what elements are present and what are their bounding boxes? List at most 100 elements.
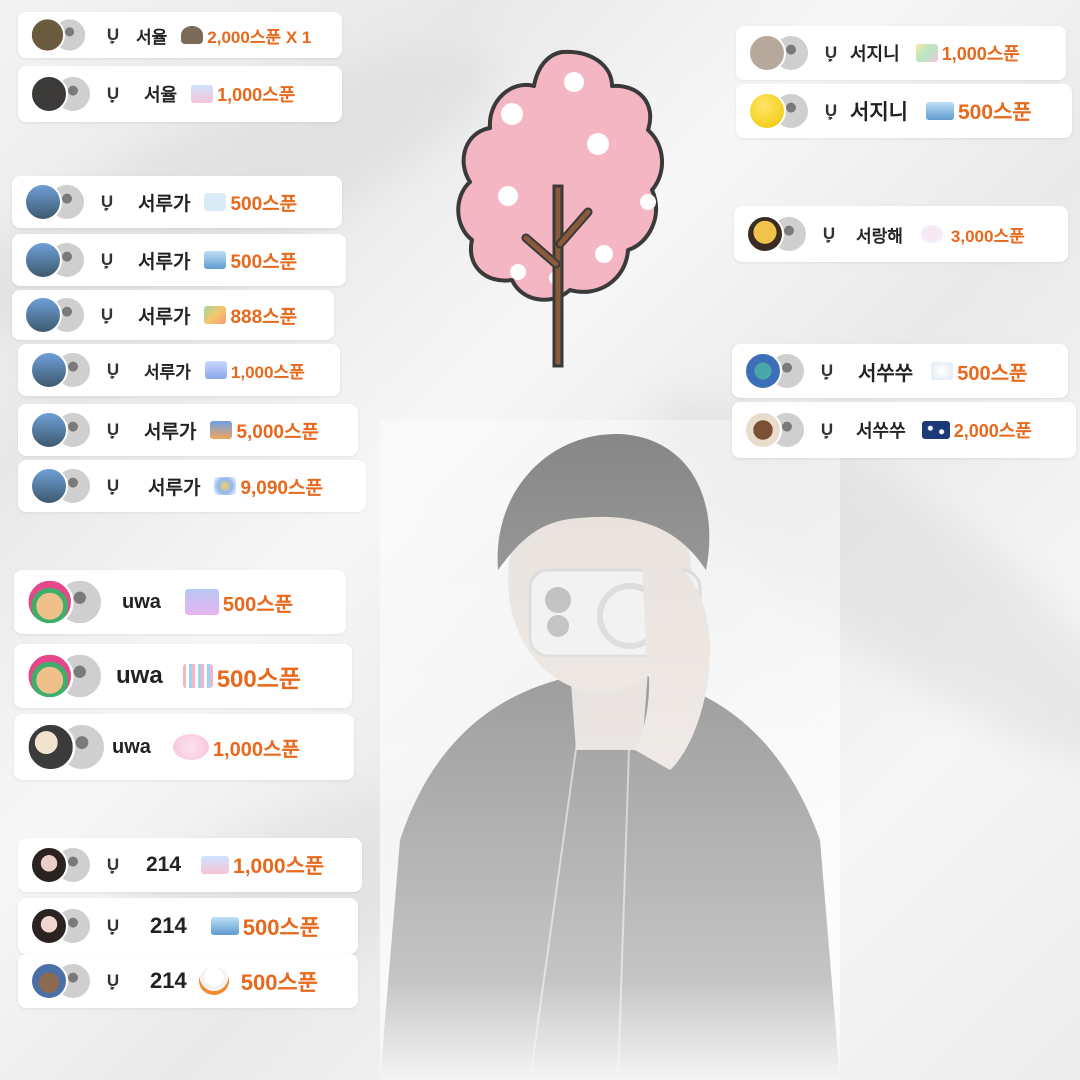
avatar-pair — [26, 578, 104, 626]
avatar — [30, 17, 65, 53]
gift-card: Ụ 214 500스푼 — [18, 898, 358, 954]
badge-icon: Ụ — [820, 361, 834, 385]
spoon-amount: 1,000스푼 — [212, 738, 300, 761]
badge-icon: Ụ — [106, 476, 120, 500]
avatar — [748, 34, 786, 72]
badge-icon: Ụ — [824, 43, 838, 67]
gift-card: Ụ 214 1,000스푼 — [18, 838, 362, 892]
spoon-amount: 500스푼 — [957, 362, 1028, 385]
spoon-amount: 1,000스푼 — [217, 85, 296, 105]
avatar — [30, 467, 68, 505]
nickname: 서루가 — [138, 306, 191, 328]
spoon-amount: 500스푼 — [957, 101, 1032, 124]
nickname: uwa — [116, 662, 163, 689]
gift-card: uwa 500스푼 — [14, 570, 346, 634]
gift-sticker-icon — [920, 225, 943, 243]
nickname: 서루가 — [138, 193, 191, 215]
badge-icon: Ụ — [106, 25, 120, 49]
spoon-amount: 2,000스푼 — [953, 421, 1032, 441]
gift-sticker-icon — [210, 917, 239, 935]
rabbit-carrot-sticker-icon — [198, 967, 229, 995]
spoon-amount: 500스푼 — [240, 970, 318, 995]
nickname: 214 — [146, 853, 182, 876]
badge-icon: Ụ — [106, 360, 120, 384]
spoon-amount: 1,000스푼 — [233, 855, 325, 878]
gift-card: Ụ 서지니 500스푼 — [736, 84, 1072, 138]
nickname: uwa — [122, 590, 161, 613]
badge-icon: Ụ — [106, 855, 120, 879]
avatar — [744, 352, 782, 390]
badge-icon: Ụ — [100, 192, 114, 216]
avatar-pair — [30, 17, 88, 53]
avatar — [26, 578, 74, 626]
starry-sky-sticker-icon — [921, 421, 950, 439]
gift-card: Ụ 서루가 9,090스푼 — [18, 460, 366, 512]
spoon-amount: 500스푼 — [216, 665, 301, 693]
nickname: 서루가 — [144, 362, 191, 382]
nickname: 서쑤쑤 — [856, 421, 906, 441]
gift-sticker-icon — [925, 102, 954, 120]
avatar — [30, 411, 68, 449]
avatar — [26, 652, 74, 700]
gift-card: Ụ 서루가 5,000스푼 — [18, 404, 358, 456]
gift-card: uwa 500스푼 — [14, 644, 352, 708]
avatar — [748, 92, 786, 130]
nickname: 서쑤쑤 — [858, 362, 914, 385]
gift-sticker-icon — [210, 421, 233, 439]
gift-sticker-icon — [931, 362, 954, 380]
nickname: 서루가 — [148, 477, 201, 499]
gift-card: Ụ 서루가 1,000스푼 — [18, 344, 340, 396]
gift-sticker-icon — [214, 477, 237, 495]
badge-icon: Ụ — [106, 916, 120, 940]
gift-sticker-icon — [915, 44, 938, 62]
gift-sticker-icon — [204, 193, 227, 211]
avatar — [26, 722, 76, 772]
badge-icon: Ụ — [100, 305, 114, 329]
avatar — [30, 846, 68, 884]
avatar-pair — [30, 846, 92, 884]
badge-icon: Ụ — [100, 250, 114, 274]
cherry-blossom-tree — [456, 49, 665, 368]
nickname: 서율 — [144, 85, 178, 105]
spoon-amount: 2,000스푼 X 1 — [207, 27, 312, 47]
gift-card: Ụ 서율 1,000스푼 — [18, 66, 342, 122]
nickname: 서지니 — [850, 44, 900, 64]
gift-sticker-icon — [184, 589, 219, 615]
gift-card: Ụ 서루가 500스푼 — [12, 234, 346, 286]
avatar-pair — [26, 722, 107, 772]
person-photo — [380, 420, 840, 1080]
nickname: 서율 — [136, 27, 168, 47]
gift-sticker-icon — [191, 85, 214, 103]
avatar-pair — [748, 92, 810, 130]
nickname: uwa — [112, 735, 151, 758]
avatar-pair — [24, 241, 86, 279]
gift-card: Ụ 서쑤쑤 2,000스푼 — [732, 402, 1076, 458]
spoon-amount: 500스푼 — [230, 193, 298, 215]
avatar — [30, 75, 68, 113]
nickname: 서루가 — [144, 421, 197, 443]
gift-sticker-icon — [204, 251, 227, 269]
spoon-amount: 9,090스푼 — [240, 477, 323, 499]
avatar-pair — [24, 183, 86, 221]
nickname: 서지니 — [850, 101, 908, 124]
gift-card: Ụ 서루가 888스푼 — [12, 290, 334, 340]
nickname: 214 — [150, 968, 187, 993]
spoon-amount: 888스푼 — [230, 306, 298, 328]
gift-sticker-icon — [204, 361, 227, 379]
avatar — [30, 962, 68, 1000]
spoon-amount: 500스푼 — [222, 593, 294, 616]
avatar-pair — [30, 411, 92, 449]
avatar-pair — [748, 34, 810, 72]
avatar-pair — [30, 75, 92, 113]
avatar-pair — [30, 351, 92, 389]
gift-sticker-icon — [204, 306, 227, 324]
avatar — [30, 351, 68, 389]
avatar-pair — [746, 215, 808, 253]
nickname: 서랑해 — [856, 226, 903, 246]
gift-card: uwa 1,000스푼 — [14, 714, 354, 780]
avatar — [746, 215, 784, 253]
gift-sticker-icon — [201, 856, 230, 874]
avatar — [24, 241, 62, 279]
gift-card: Ụ 서율 2,000스푼 X 1 — [18, 12, 342, 58]
badge-icon: Ụ — [106, 420, 120, 444]
